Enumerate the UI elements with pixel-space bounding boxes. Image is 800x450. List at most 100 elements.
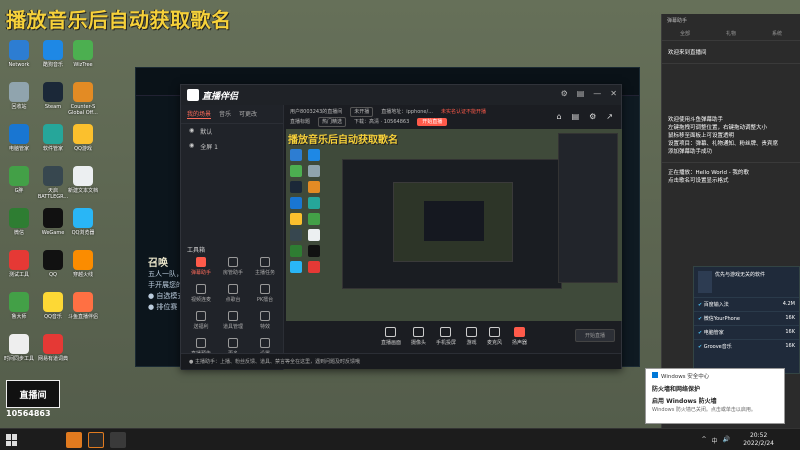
- game-line-4[interactable]: ● 排位赛: [148, 302, 184, 313]
- source-icon: [385, 326, 397, 337]
- desktop-icon-label: 电脑管家: [8, 146, 29, 152]
- desktop-icon[interactable]: 电脑管家: [2, 124, 36, 152]
- wechat-icon: [9, 208, 29, 228]
- welcome-message: 欢迎来到直播间: [668, 50, 707, 56]
- desktop-icon-label: QQ游戏: [74, 146, 92, 152]
- taskbar-app-icon[interactable]: [66, 432, 82, 448]
- desktop-icon[interactable]: 天启 BATTLEGR...: [36, 166, 70, 200]
- toast-line-2[interactable]: 启用 Windows 防火墙: [646, 394, 784, 405]
- desktop-icon[interactable]: 鲁大师: [2, 292, 36, 320]
- clock[interactable]: 20:52 2022/2/24: [743, 432, 774, 448]
- desktop-icon[interactable]: 回收站: [2, 82, 36, 110]
- category-select[interactable]: 热门精选: [318, 117, 347, 127]
- desktop-icon-label: WeGame: [41, 230, 65, 236]
- tool-label: 点歌台: [225, 297, 241, 303]
- stream-preview[interactable]: 播放音乐后自动获取歌名: [286, 129, 622, 321]
- home-icon[interactable]: ⌂: [556, 112, 561, 121]
- tab-system[interactable]: 系统: [772, 30, 782, 37]
- source-button[interactable]: 手机投屏: [436, 326, 456, 346]
- start-live-button[interactable]: 开始直播: [575, 329, 615, 342]
- desktop-icon[interactable]: 新建文本文档: [66, 166, 100, 194]
- qq-icon: [43, 250, 63, 270]
- popup-row[interactable]: ✔ 电脑管家 16K: [694, 325, 799, 339]
- desktop-icon[interactable]: 时间同步工具: [2, 334, 36, 362]
- tool-icon: [228, 257, 238, 267]
- desktop-icon[interactable]: 测试工具: [2, 250, 36, 278]
- close-icon[interactable]: ✕: [610, 89, 617, 98]
- tool-button[interactable]: 道具管理: [217, 311, 249, 330]
- desktop-icon[interactable]: QQ: [36, 250, 70, 278]
- popup-row[interactable]: ✔ Groove音乐 16K: [694, 339, 799, 353]
- tool-button[interactable]: 房管助手: [217, 257, 249, 276]
- desktop-icon-label: 天启 BATTLEGR...: [37, 188, 69, 200]
- minimize-icon[interactable]: —: [593, 89, 601, 98]
- desktop-icon[interactable]: 穿越火线: [66, 250, 100, 278]
- desktop-icon[interactable]: 网易有道词典: [36, 334, 70, 362]
- desktop-icon-label: 微信: [13, 230, 24, 236]
- desktop-icon[interactable]: 酷狗音乐: [36, 40, 70, 68]
- tool-button[interactable]: 弹幕助手: [185, 257, 217, 276]
- taskbar-app-icon[interactable]: [110, 432, 126, 448]
- start-button[interactable]: [6, 434, 18, 446]
- desktop-icon[interactable]: Steam: [36, 82, 70, 110]
- g-icon: [308, 213, 320, 225]
- desktop-icon[interactable]: QQ浏览器: [66, 208, 100, 236]
- tool-button[interactable]: 送福利: [185, 311, 217, 330]
- desktop-icon[interactable]: Network: [2, 40, 36, 68]
- layout-icon[interactable]: ▤: [572, 112, 580, 121]
- share-icon[interactable]: ↗: [606, 112, 613, 121]
- crossfire-icon: [73, 250, 93, 270]
- game-big-text: 召唤: [148, 258, 168, 269]
- desktop-icon[interactable]: 斗鱼直播伴侣: [66, 292, 100, 320]
- desktop-icon[interactable]: QQ游戏: [66, 124, 100, 152]
- info-start-button[interactable]: 开始直播: [417, 118, 448, 126]
- desktop-icon[interactable]: QQ音乐: [36, 292, 70, 320]
- desktop-icon[interactable]: Counter-S Global Off...: [66, 82, 100, 116]
- desktop-icon[interactable]: WeGame: [36, 208, 70, 236]
- desktop-icon-label: QQ浏览器: [71, 230, 95, 236]
- popup-row-value: 16K: [785, 329, 795, 335]
- source-button[interactable]: 扬声器: [512, 326, 527, 346]
- source-button[interactable]: 游戏: [466, 326, 477, 346]
- source-button[interactable]: 直播画面: [381, 326, 401, 346]
- now-playing-line: 点击歌名可设置显示格式: [668, 178, 729, 184]
- eye-icon[interactable]: ◉: [189, 127, 194, 136]
- desktop-icon-label: 回收站: [11, 104, 27, 110]
- tool-button[interactable]: 主播任务: [249, 257, 281, 276]
- settings-icon[interactable]: ⚙: [561, 89, 568, 98]
- popup-row[interactable]: ✔ 百度输入法 4.2M: [694, 297, 799, 311]
- game-line-3[interactable]: ● 自选模式: [148, 291, 184, 302]
- tray-expand-icon[interactable]: ^: [701, 436, 706, 445]
- desktop-icon[interactable]: G胖: [2, 166, 36, 194]
- game-line-2: 手开展您的: [148, 281, 183, 289]
- taskbar-app-icon[interactable]: [88, 432, 104, 448]
- source-button[interactable]: 麦克风: [487, 326, 502, 346]
- tab-my-scenes[interactable]: 我的场景: [187, 109, 212, 119]
- scene-item[interactable]: ◉ 全屏 1: [181, 139, 283, 154]
- tool-button[interactable]: 视频连麦: [185, 284, 217, 303]
- desktop-icon[interactable]: WizTree: [66, 40, 100, 68]
- popup-row[interactable]: ✔ 微信YourPhone 16K: [694, 311, 799, 325]
- tab-gifts[interactable]: 礼物: [726, 30, 736, 37]
- eye-icon[interactable]: ◉: [189, 142, 194, 151]
- tool-button[interactable]: 特效: [249, 311, 281, 330]
- tab-music[interactable]: 音乐: [219, 109, 231, 119]
- tool-button[interactable]: PK擂台: [249, 284, 281, 303]
- gear-icon[interactable]: ⚙: [589, 112, 596, 121]
- menu-icon[interactable]: ▤: [577, 89, 585, 98]
- ime-icon[interactable]: 中: [712, 436, 718, 445]
- scene-label: 全屏 1: [200, 144, 218, 151]
- room-link[interactable]: 直播地址：ipphone/...: [381, 108, 433, 116]
- tab-editable[interactable]: 可更改: [239, 109, 257, 119]
- scene-item[interactable]: ◉ 默认: [181, 124, 283, 139]
- source-button[interactable]: 摄像头: [411, 326, 426, 346]
- windows-security-toast[interactable]: Windows 安全中心 防火墙和网络保护 启用 Windows 防火墙 Win…: [645, 368, 785, 424]
- desktop-icon-label: 穿越火线: [72, 272, 93, 278]
- tab-all[interactable]: 全部: [680, 30, 690, 37]
- desktop-icon[interactable]: 微信: [2, 208, 36, 236]
- tool-button[interactable]: 点歌台: [217, 284, 249, 303]
- desktop-icon[interactable]: 软件管家: [36, 124, 70, 152]
- network-icon: [290, 149, 302, 161]
- volume-icon[interactable]: 🔊: [723, 436, 730, 445]
- tool-label: 道具管理: [222, 324, 243, 330]
